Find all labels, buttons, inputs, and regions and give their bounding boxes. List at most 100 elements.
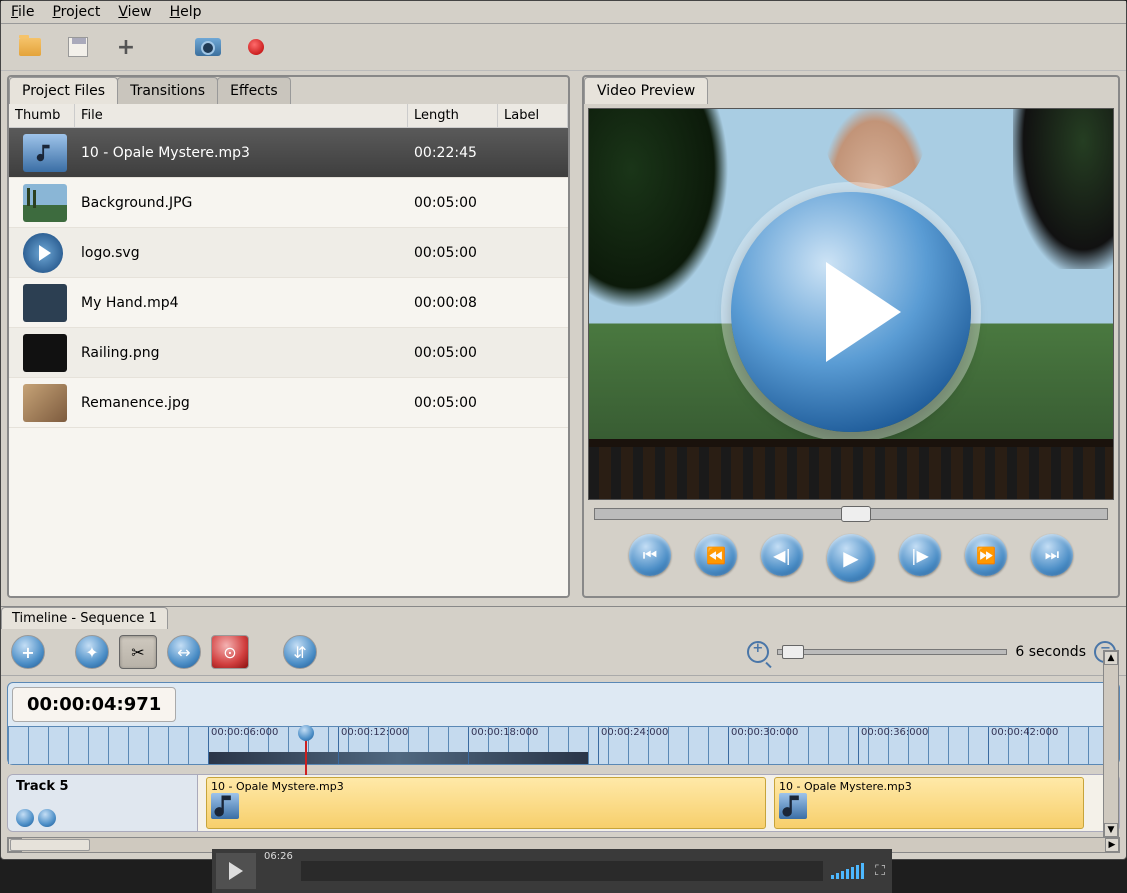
skip-fwd-icon: ⏭ xyxy=(1045,545,1059,565)
track-mute-button[interactable] xyxy=(16,809,34,827)
col-thumb[interactable]: Thumb xyxy=(9,104,75,127)
scroll-down-button[interactable]: ▼ xyxy=(1104,823,1118,837)
tab-video-preview[interactable]: Video Preview xyxy=(584,77,708,104)
tab-effects[interactable]: Effects xyxy=(217,77,291,104)
file-row[interactable]: 10 - Opale Mystere.mp3 00:22:45 xyxy=(9,128,568,178)
col-file[interactable]: File xyxy=(75,104,408,127)
add-button[interactable]: + xyxy=(109,32,143,62)
scroll-right-button[interactable]: ▶ xyxy=(1105,838,1119,852)
track-body[interactable]: 10 - Opale Mystere.mp3 10 - Opale Myster… xyxy=(198,775,1119,831)
rewind-icon: ⏪ xyxy=(706,546,726,565)
file-row[interactable]: Background.JPG 00:05:00 xyxy=(9,178,568,228)
tab-project-files[interactable]: Project Files xyxy=(9,77,118,104)
file-name: Remanence.jpg xyxy=(75,395,408,411)
timeline-clip[interactable]: 10 - Opale Mystere.mp3 xyxy=(774,777,1084,829)
zoom-knob[interactable] xyxy=(782,645,804,659)
file-thumb xyxy=(23,184,67,222)
file-length: 00:05:00 xyxy=(408,245,498,261)
music-icon xyxy=(211,793,239,819)
tab-transitions[interactable]: Transitions xyxy=(117,77,218,104)
clip-label: 10 - Opale Mystere.mp3 xyxy=(779,780,1079,793)
plus-icon: + xyxy=(117,35,135,60)
file-name: logo.svg xyxy=(75,245,408,261)
file-length: 00:05:00 xyxy=(408,195,498,211)
tool-center-playhead[interactable]: ⇵ xyxy=(283,635,317,669)
preview-panel: Video Preview ⏮ ⏪ ◀| ▶ |▶ ⏩ xyxy=(582,75,1120,598)
file-list: Thumb File Length Label 10 - Opale Myste… xyxy=(9,104,568,596)
embedded-video-player: 06:26 ⛶ xyxy=(212,849,892,893)
next-frame-button[interactable]: |▶ xyxy=(899,534,941,576)
menu-file[interactable]: File xyxy=(11,4,34,20)
timeline-clip[interactable]: 10 - Opale Mystere.mp3 xyxy=(206,777,766,829)
preview-seek-bar[interactable] xyxy=(594,508,1108,520)
seek-knob[interactable] xyxy=(841,506,871,522)
file-thumb xyxy=(23,384,67,422)
preview-decoration xyxy=(589,109,729,309)
goto-end-button[interactable]: ⏭ xyxy=(1031,534,1073,576)
snapshot-button[interactable] xyxy=(191,32,225,62)
timeline-section: Timeline - Sequence 1 + ✦ ✂ ↔ ⊙ ⇵ 6 seco… xyxy=(1,606,1126,859)
step-back-icon: ◀| xyxy=(773,546,791,565)
file-row[interactable]: My Hand.mp4 00:00:08 xyxy=(9,278,568,328)
menu-project[interactable]: Project xyxy=(52,4,100,20)
overlay-fullscreen-button[interactable]: ⛶ xyxy=(872,863,888,879)
col-label[interactable]: Label xyxy=(498,104,568,127)
timeline-v-scrollbar[interactable]: ▲ ▼ xyxy=(1103,650,1119,838)
file-thumb xyxy=(23,233,63,273)
file-row[interactable]: logo.svg 00:05:00 xyxy=(9,228,568,278)
preview-decoration xyxy=(825,109,925,189)
tool-snap[interactable]: ⊙ xyxy=(211,635,249,669)
save-button[interactable] xyxy=(61,32,95,62)
video-preview[interactable] xyxy=(588,108,1114,500)
open-button[interactable] xyxy=(13,32,47,62)
tool-razor[interactable]: ✂ xyxy=(119,635,157,669)
file-length: 00:22:45 xyxy=(408,145,498,161)
clip-label: 10 - Opale Mystere.mp3 xyxy=(211,780,761,793)
track-row: Track 5 10 - Opale Mystere.mp3 10 - Opal… xyxy=(7,774,1120,832)
scroll-thumb[interactable] xyxy=(10,839,90,851)
file-thumb xyxy=(23,284,67,322)
zoom-label: 6 seconds xyxy=(1015,644,1086,660)
file-name: Railing.png xyxy=(75,345,408,361)
track-header[interactable]: Track 5 xyxy=(8,775,198,831)
tool-arrow[interactable]: ✦ xyxy=(75,635,109,669)
file-name: 10 - Opale Mystere.mp3 xyxy=(75,145,408,161)
skip-back-icon: ⏮ xyxy=(643,545,657,565)
tool-resize[interactable]: ↔ xyxy=(167,635,201,669)
ruler-mark: 00:00:12:000 xyxy=(338,727,408,764)
zoom-in-button[interactable] xyxy=(747,641,769,663)
ruler-mark: 00:00:42:000 xyxy=(988,727,1058,764)
record-icon xyxy=(248,39,264,55)
forward-button[interactable]: ⏩ xyxy=(965,534,1007,576)
file-row[interactable]: Remanence.jpg 00:05:00 xyxy=(9,378,568,428)
record-button[interactable] xyxy=(239,32,273,62)
goto-start-button[interactable]: ⏮ xyxy=(629,534,671,576)
save-icon xyxy=(68,37,88,57)
step-fwd-icon: |▶ xyxy=(911,546,929,565)
prev-frame-button[interactable]: ◀| xyxy=(761,534,803,576)
play-icon: ▶ xyxy=(843,546,858,570)
menu-view[interactable]: View xyxy=(118,4,151,20)
ruler-mark: 00:00:18:000 xyxy=(468,727,538,764)
play-button[interactable]: ▶ xyxy=(827,534,875,582)
overlay-time: 06:26 xyxy=(264,851,293,862)
zoom-slider[interactable] xyxy=(777,649,1007,655)
tab-timeline[interactable]: Timeline - Sequence 1 xyxy=(1,607,168,629)
file-row[interactable]: Railing.png 00:05:00 xyxy=(9,328,568,378)
menu-help[interactable]: Help xyxy=(170,4,202,20)
overlay-progress-bar[interactable] xyxy=(301,861,823,881)
preview-decoration xyxy=(1013,109,1113,269)
scroll-up-button[interactable]: ▲ xyxy=(1104,651,1118,665)
timeline-ruler[interactable]: 00:00:06:00000:00:12:00000:00:18:00000:0… xyxy=(8,726,1119,764)
fwd-icon: ⏩ xyxy=(976,546,996,565)
overlay-play-button[interactable] xyxy=(216,853,256,889)
timeline-toolbar: + ✦ ✂ ↔ ⊙ ⇵ 6 seconds xyxy=(1,629,1126,676)
ruler-mark: 00:00:30:000 xyxy=(728,727,798,764)
track-name: Track 5 xyxy=(16,779,189,794)
track-lock-button[interactable] xyxy=(38,809,56,827)
overlay-volume[interactable] xyxy=(831,863,864,879)
file-length: 00:05:00 xyxy=(408,395,498,411)
rewind-button[interactable]: ⏪ xyxy=(695,534,737,576)
tool-add-marker[interactable]: + xyxy=(11,635,45,669)
col-length[interactable]: Length xyxy=(408,104,498,127)
